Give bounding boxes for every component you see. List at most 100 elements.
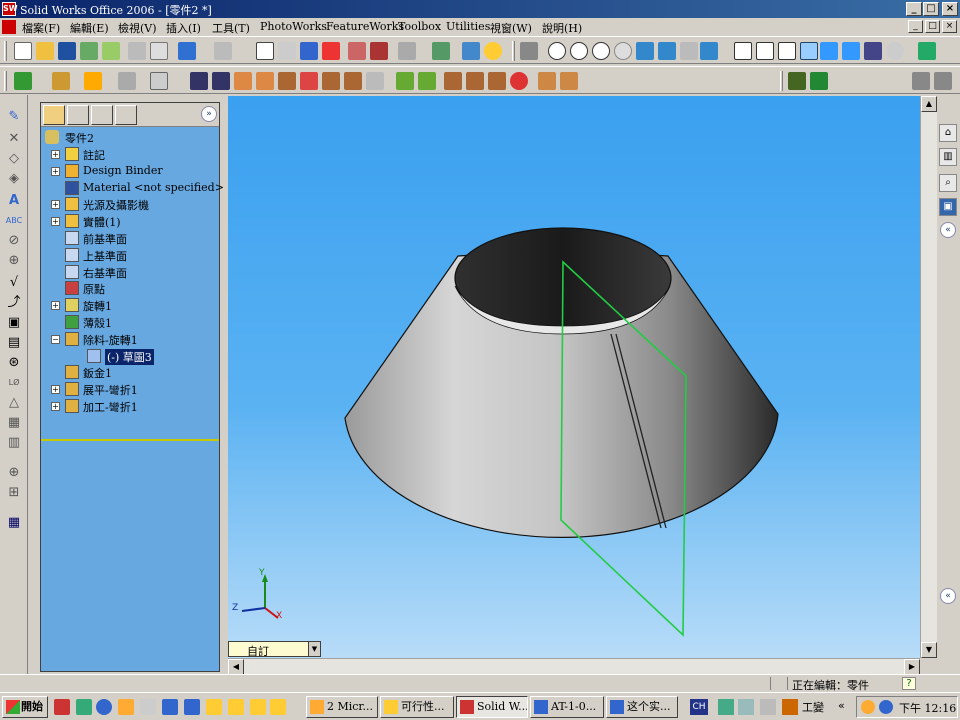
ime-settings-icon[interactable]: [782, 699, 798, 715]
menu-utilities[interactable]: Utilities: [446, 20, 490, 33]
pan-icon[interactable]: [658, 42, 676, 60]
insert-bends-icon[interactable]: [418, 72, 436, 90]
tray-network-icon[interactable]: [879, 700, 893, 714]
print-preview-icon[interactable]: [150, 42, 168, 60]
trim-icon[interactable]: ▦: [5, 415, 23, 431]
print-icon[interactable]: [128, 42, 146, 60]
miter-flange-icon[interactable]: [234, 72, 252, 90]
unfold-icon[interactable]: [488, 72, 506, 90]
desktop-quicklaunch-icon[interactable]: [184, 699, 200, 715]
fold-icon[interactable]: [510, 72, 528, 90]
options-icon[interactable]: [102, 42, 120, 60]
expand-icon[interactable]: +: [51, 385, 60, 395]
scroll-left-button[interactable]: ◀: [228, 659, 244, 675]
help-icon[interactable]: [484, 42, 502, 60]
toolbar-grip[interactable]: [4, 71, 7, 91]
chevron-left-icon[interactable]: «: [838, 699, 852, 715]
start-button[interactable]: 開始: [2, 696, 48, 718]
customize-icon[interactable]: [918, 42, 936, 60]
closed-corner-icon[interactable]: [322, 72, 340, 90]
ie-quicklaunch-icon[interactable]: [96, 699, 112, 715]
horizontal-scrollbar[interactable]: ◀ ▶: [228, 658, 920, 675]
menu-edit[interactable]: 編輯(E): [70, 20, 109, 36]
hem-icon[interactable]: [256, 72, 274, 90]
table-icon[interactable]: ▦: [5, 515, 23, 531]
shaded-icon[interactable]: [820, 42, 838, 60]
arc-icon[interactable]: ⊕: [5, 253, 23, 269]
save-icon[interactable]: [58, 42, 76, 60]
collapse-pane-icon[interactable]: «: [940, 222, 956, 238]
rebuild-icon[interactable]: [300, 42, 318, 60]
library-icon[interactable]: ▥: [939, 148, 957, 166]
toolbar-grip[interactable]: [780, 71, 783, 91]
point-icon[interactable]: ▣: [5, 315, 23, 331]
configuration-manager-tab[interactable]: [91, 105, 113, 125]
scroll-down-button[interactable]: ▼: [921, 642, 937, 658]
circle-icon[interactable]: ⊘: [5, 233, 23, 249]
shaded-edges-icon[interactable]: [800, 42, 818, 60]
check-icon[interactable]: √: [5, 275, 23, 291]
toolbar-grip[interactable]: [4, 41, 7, 61]
feature-tree-tab[interactable]: [43, 105, 65, 125]
view-orientation-icon[interactable]: [700, 42, 718, 60]
ime-punct-icon[interactable]: [760, 699, 776, 715]
folder3-quicklaunch-icon[interactable]: [250, 699, 266, 715]
tool-quicklaunch-icon[interactable]: [140, 699, 156, 715]
solidworks-app-icon[interactable]: SW: [2, 2, 18, 16]
pattern-icon[interactable]: ⊞: [5, 485, 23, 501]
rectangle-icon[interactable]: ◈: [5, 171, 23, 187]
sketched-bend-icon[interactable]: [300, 72, 318, 90]
taskbar-button[interactable]: 这个实...: [606, 696, 678, 718]
centerline-icon[interactable]: ▤: [5, 335, 23, 351]
doc-minimize-button[interactable]: _: [908, 20, 923, 33]
dimxpert-tab[interactable]: [115, 105, 137, 125]
open-icon[interactable]: [36, 42, 54, 60]
home-icon[interactable]: ⌂: [939, 124, 957, 142]
folder2-quicklaunch-icon[interactable]: [228, 699, 244, 715]
expand-icon[interactable]: +: [51, 301, 60, 311]
expand-icon[interactable]: +: [51, 150, 60, 159]
undo-icon[interactable]: [178, 42, 196, 60]
zoom-area-icon[interactable]: [570, 42, 588, 60]
no-bends-icon[interactable]: [444, 72, 462, 90]
ime-indicator[interactable]: CH: [690, 699, 708, 715]
search-icon[interactable]: ⌕: [939, 174, 957, 192]
perspective-icon[interactable]: [864, 42, 882, 60]
view-cycle-icon[interactable]: [14, 72, 32, 90]
folder-quicklaunch-icon[interactable]: [206, 699, 222, 715]
line-icon[interactable]: ◇: [5, 151, 23, 167]
menu-photoworks[interactable]: PhotoWorks: [260, 20, 327, 33]
smart-dimension-icon[interactable]: ✕: [5, 131, 23, 147]
toolbar-grip[interactable]: [512, 41, 515, 61]
toolbar-options-icon[interactable]: [912, 72, 930, 90]
select-icon[interactable]: [256, 42, 274, 60]
rip-icon[interactable]: [396, 72, 414, 90]
traffic-light-icon[interactable]: [322, 42, 340, 60]
collapse-icon[interactable]: −: [51, 334, 60, 344]
chamfer-icon[interactable]: LØ: [5, 375, 23, 391]
zoom-in-out-icon[interactable]: [592, 42, 610, 60]
zoom-fit-icon[interactable]: [548, 42, 566, 60]
rollback-bar[interactable]: [41, 439, 219, 441]
solidworks-quicklaunch-icon[interactable]: [54, 699, 70, 715]
save-html-icon[interactable]: [80, 42, 98, 60]
taskbar-button[interactable]: AT-1-0...: [530, 696, 604, 718]
sketch-tools-icon[interactable]: [118, 72, 136, 90]
minimize-button[interactable]: _: [906, 2, 922, 16]
rotate-view-icon[interactable]: [636, 42, 654, 60]
menu-view[interactable]: 檢視(V): [118, 20, 157, 36]
taskbar-button[interactable]: 可行性...: [380, 696, 454, 718]
spell-check-icon[interactable]: ABC: [5, 213, 23, 229]
doc-close-button[interactable]: ×: [942, 20, 957, 33]
chevron-down-icon[interactable]: ▼: [308, 642, 320, 656]
select-filter-icon[interactable]: [278, 42, 296, 60]
measure-icon[interactable]: [520, 42, 538, 60]
expand-panel-icon[interactable]: »: [201, 106, 217, 122]
tray-app-icon[interactable]: [861, 700, 875, 714]
hidden-lines-removed-icon[interactable]: [778, 42, 796, 60]
offset-icon[interactable]: △: [5, 395, 23, 411]
ime-char-icon[interactable]: [738, 699, 754, 715]
zoom-selection-icon[interactable]: [614, 42, 632, 60]
hidden-lines-visible-icon[interactable]: [756, 42, 774, 60]
outlook-quicklaunch-icon[interactable]: [118, 699, 134, 715]
